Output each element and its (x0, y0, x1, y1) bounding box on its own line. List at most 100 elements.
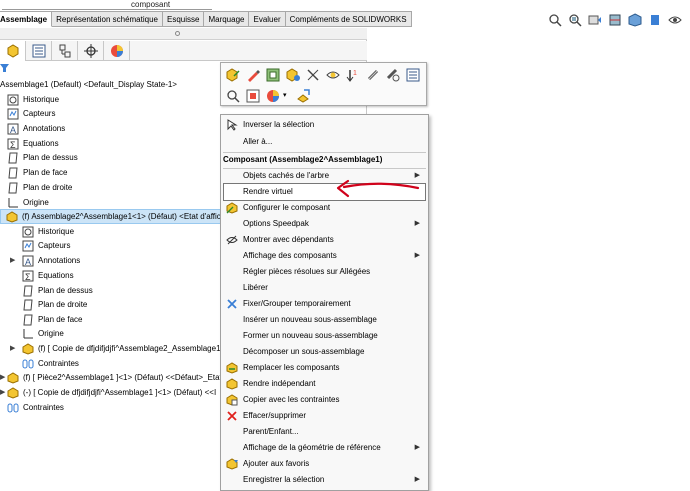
open-part-icon[interactable] (226, 68, 240, 82)
tree-subitem-origine[interactable]: Origine (22, 326, 64, 341)
tab-complements-solidworks[interactable]: Compléments de SOLIDWORKS (285, 11, 412, 27)
plane-icon (23, 299, 33, 310)
tab-display-manager[interactable] (104, 41, 130, 61)
component-list-icon[interactable] (406, 68, 420, 82)
rebuild-icon[interactable]: 1 (346, 68, 360, 82)
tree-item-plan-dessus[interactable]: Plan de dessus (7, 150, 78, 165)
menu-item-enregistrer-selection[interactable]: Enregistrer la sélection ▶ (221, 472, 428, 488)
tree-item-capteurs[interactable]: Capteurs (7, 106, 55, 121)
menu-item-inverser-selection[interactable]: Inverser la sélection (221, 117, 428, 133)
svg-text:A: A (25, 257, 31, 267)
menu-item-copier-contraintes[interactable]: Copier avec les contraintes (221, 392, 428, 408)
expand-arrow-icon[interactable]: ▶ (0, 373, 5, 381)
plane-icon (8, 167, 18, 178)
hide-show-items-icon[interactable] (668, 13, 682, 27)
menu-item-affichage-geometrie-reference[interactable]: Affichage de la géométrie de référence ▶ (221, 440, 428, 456)
menu-item-affichage-composants[interactable]: Affichage des composants ▶ (221, 248, 428, 264)
tab-assemblage[interactable]: Assemblage (0, 11, 53, 27)
tree-item-origine[interactable]: Origine (7, 195, 49, 210)
menu-item-options-speedpak[interactable]: Options Speedpak ▶ (221, 216, 428, 232)
tree-subitem-historique[interactable]: Historique (22, 224, 74, 239)
origin-icon (23, 328, 33, 338)
tree-subitem-annotations[interactable]: A Annotations (22, 253, 80, 268)
isolate-icon[interactable] (326, 68, 340, 82)
section-view-icon[interactable] (608, 13, 622, 27)
menu-item-rendre-independant[interactable]: Rendre indépendant (221, 376, 428, 392)
menu-item-ajouter-favoris[interactable]: Ajouter aux favoris (221, 456, 428, 472)
pane-grip-icon[interactable] (175, 31, 180, 36)
equations-icon: Σ (22, 270, 34, 282)
tree-subitem-equations[interactable]: Σ Equations (22, 268, 74, 283)
menu-item-decomposer-sous-assemblage[interactable]: Décomposer un sous-assemblage (221, 344, 428, 360)
tab-property-manager[interactable] (26, 41, 52, 61)
tree-subitem-contraintes[interactable]: Contraintes (22, 356, 79, 371)
tree-item-plan-droite[interactable]: Plan de droite (7, 180, 72, 195)
previous-view-icon[interactable] (588, 13, 602, 27)
annotations-icon: A (7, 123, 19, 135)
menu-item-liberer[interactable]: Libérer (221, 280, 428, 296)
svg-text:1: 1 (353, 70, 357, 77)
appearance-dropdown-icon[interactable]: ▾ (283, 91, 287, 99)
equations-icon: Σ (7, 138, 19, 150)
filter-icon[interactable] (0, 63, 10, 73)
tree-subitem-plan-dessus[interactable]: Plan de dessus (22, 283, 93, 298)
tab-evaluer[interactable]: Evaluer (249, 11, 286, 27)
tree-item-annotations[interactable]: A Annotations (7, 121, 65, 136)
plane-icon (23, 285, 33, 296)
zoom-area-icon[interactable] (568, 13, 582, 27)
zoom-to-selection-icon[interactable] (226, 89, 240, 103)
tree-subitem-copie-assemblage[interactable]: (f) [ Copie de dfjdifjdjfi^Assemblage2_A… (22, 341, 221, 356)
appearance-icon[interactable] (266, 89, 280, 103)
tree-item-assemblage2-selected[interactable]: (f) Assemblage2^Assemblage1<1> (Défaut) … (0, 209, 221, 224)
dimxpert-icon (84, 44, 98, 58)
mates-icon (22, 359, 34, 368)
tree-subitem-plan-face[interactable]: Plan de face (22, 312, 82, 327)
tree-item-historique[interactable]: Historique (7, 92, 59, 107)
expand-arrow-icon[interactable]: ▶ (10, 344, 15, 352)
hide-components-icon[interactable] (306, 68, 320, 82)
tab-configuration-manager[interactable] (52, 41, 78, 61)
component-properties-icon[interactable] (286, 68, 300, 82)
tab-feature-manager[interactable] (0, 41, 26, 61)
add-favorite-icon (226, 458, 238, 470)
menu-item-aller-a[interactable]: Aller à... (221, 134, 428, 150)
view-orientation-icon[interactable] (628, 13, 642, 27)
menu-item-fixer-grouper[interactable]: Fixer/Grouper temporairement (221, 296, 428, 312)
expand-arrow-icon[interactable]: ▶ (10, 256, 15, 264)
tree-root[interactable]: Assemblage1 (Default) <Default_Display S… (0, 77, 177, 92)
normal-to-icon[interactable] (246, 89, 260, 103)
menu-item-remplacer-composants[interactable]: Remplacer les composants (221, 360, 428, 376)
tree-subitem-plan-droite[interactable]: Plan de droite (22, 297, 87, 312)
make-virtual-icon[interactable] (296, 89, 310, 103)
tree-item-equations[interactable]: Σ Equations (7, 136, 59, 151)
subassembly-icon (22, 342, 34, 355)
menu-item-montrer-dependants[interactable]: Montrer avec dépendants (221, 232, 428, 248)
mates-icon (7, 403, 19, 412)
display-style-icon[interactable] (648, 13, 662, 27)
replace-components-icon (226, 362, 238, 374)
menu-item-effacer-supprimer[interactable]: Effacer/supprimer (221, 408, 428, 424)
edit-component-icon[interactable] (246, 68, 260, 82)
tab-representation-schematique[interactable]: Représentation schématique (52, 11, 163, 27)
plane-icon (8, 182, 18, 193)
tree-item-piece2[interactable]: (f) [ Pièce2^Assemblage1 ]<1> (Défaut) <… (7, 370, 221, 385)
expand-arrow-icon[interactable]: ▶ (0, 388, 5, 396)
tree-item-contraintes[interactable]: Contraintes (7, 400, 64, 415)
view-mates-icon[interactable] (386, 68, 400, 82)
sensor-icon (22, 240, 34, 251)
menu-item-parent-enfant[interactable]: Parent/Enfant... (221, 424, 428, 440)
mate-icon[interactable] (366, 68, 380, 82)
zoom-fit-icon[interactable] (548, 13, 562, 27)
tab-marquage[interactable]: Marquage (204, 11, 250, 27)
change-transparency-icon[interactable] (266, 68, 280, 82)
tree-item-plan-face[interactable]: Plan de face (7, 165, 67, 180)
menu-item-former-sous-assemblage[interactable]: Former un nouveau sous-assemblage (221, 328, 428, 344)
menu-item-inserer-sous-assemblage[interactable]: Insérer un nouveau sous-assemblage (221, 312, 428, 328)
tab-dimxpert-manager[interactable] (78, 41, 104, 61)
menu-item-regler-allegees[interactable]: Régler pièces résolues sur Allégées (221, 264, 428, 280)
property-manager-icon (32, 44, 46, 58)
tree-subitem-capteurs[interactable]: Capteurs (22, 238, 70, 253)
tree-item-copie-assemblage1[interactable]: (-) [ Copie de dfjdifjdjfi^Assemblage1 ]… (7, 385, 221, 400)
menu-item-configurer-composant[interactable]: Configurer le composant (221, 200, 428, 216)
tab-esquisse[interactable]: Esquisse (162, 11, 205, 27)
